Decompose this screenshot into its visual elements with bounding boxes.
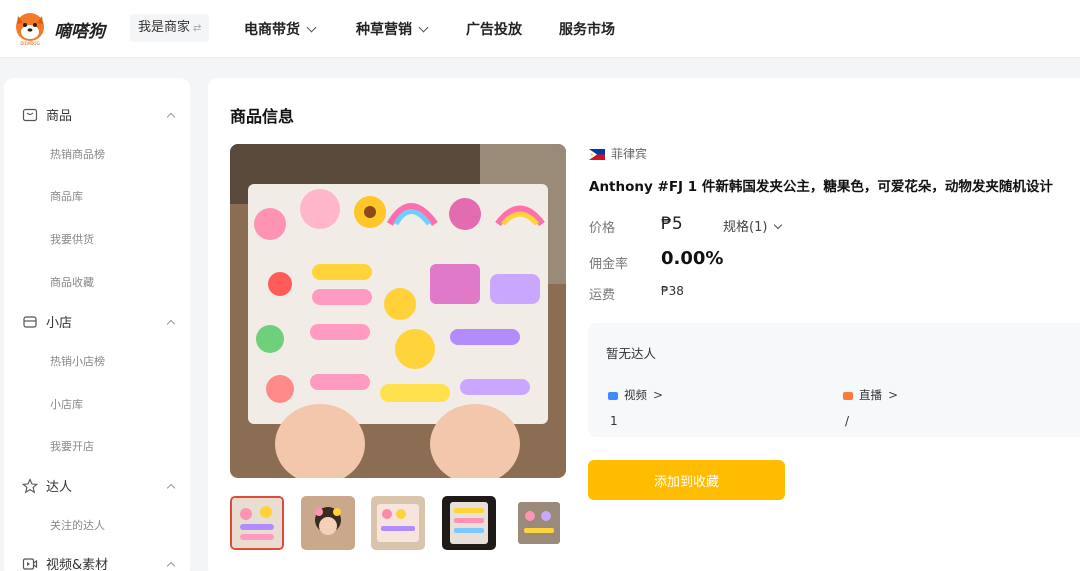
thumb-photo bbox=[371, 496, 425, 550]
nav-label: 种草营销 bbox=[356, 22, 412, 38]
thumbnail-2[interactable] bbox=[301, 496, 355, 550]
add-to-favorites-button[interactable]: 添加到收藏 bbox=[588, 460, 785, 500]
thumb-photo bbox=[301, 496, 355, 550]
chevron-up-icon[interactable] bbox=[166, 483, 176, 493]
section-label: 商品 bbox=[46, 109, 73, 124]
top-header: DIDADOG 嘀嗒狗 我是商家 ⇄ 电商带货 种草营销 广告投放 服务市场 bbox=[0, 0, 1080, 58]
creator-panel: 暂无达人 视频 > 1 直播 > / bbox=[588, 323, 1080, 437]
star-icon bbox=[22, 477, 38, 493]
thumbnail-1[interactable] bbox=[230, 496, 284, 550]
sidebar-item-followed-creators[interactable]: 关注的达人 bbox=[50, 517, 105, 533]
commission-label: 佣金率 bbox=[589, 257, 629, 272]
nav-services[interactable]: 服务市场 bbox=[559, 19, 615, 39]
sidebar-item-hot-products[interactable]: 热销商品榜 bbox=[50, 146, 105, 162]
section-label: 达人 bbox=[46, 480, 73, 495]
thumbnail-5[interactable] bbox=[512, 496, 566, 550]
thumb-photo bbox=[232, 498, 282, 548]
sidebar-section-shops[interactable]: 小店 bbox=[22, 312, 72, 331]
video-stat-link[interactable]: 视频 > bbox=[608, 387, 663, 403]
philippines-flag-icon bbox=[589, 149, 605, 160]
sidebar-item-shop-library[interactable]: 小店库 bbox=[50, 396, 83, 412]
country: 菲律宾 bbox=[589, 145, 647, 162]
nav-label: 电商带货 bbox=[244, 22, 300, 38]
spec-label: 规格(1) bbox=[723, 220, 768, 235]
price-value: ₱5 bbox=[661, 214, 683, 234]
nav-ecommerce[interactable]: 电商带货 bbox=[244, 19, 317, 39]
chevron-down-icon bbox=[418, 22, 429, 33]
no-creator-text: 暂无达人 bbox=[606, 346, 657, 361]
video-icon bbox=[608, 391, 618, 400]
store-icon bbox=[23, 315, 37, 328]
merchant-switch[interactable]: 我是商家 ⇄ bbox=[130, 14, 210, 42]
sidebar-section-products[interactable]: 商品 bbox=[22, 105, 72, 124]
chevron-up-icon[interactable] bbox=[166, 319, 176, 329]
section-label: 小店 bbox=[46, 316, 73, 331]
nav-ads[interactable]: 广告投放 bbox=[466, 19, 522, 39]
chevron-right-icon: > bbox=[888, 388, 899, 402]
thumbnail-4[interactable] bbox=[442, 496, 496, 550]
chevron-right-icon: > bbox=[653, 388, 664, 402]
sidebar-item-open-shop[interactable]: 我要开店 bbox=[50, 438, 94, 454]
commission-value: 0.00% bbox=[661, 248, 724, 269]
box-icon bbox=[22, 108, 38, 121]
live-icon bbox=[843, 391, 853, 400]
nav-seeding[interactable]: 种草营销 bbox=[356, 19, 429, 39]
sidebar-section-video[interactable]: 视频&素材 bbox=[22, 554, 108, 571]
brand-name[interactable]: 嘀嗒狗 bbox=[54, 17, 105, 42]
price-label: 价格 bbox=[589, 221, 616, 236]
svg-text:DIDADOG: DIDADOG bbox=[20, 41, 39, 46]
country-label: 菲律宾 bbox=[611, 147, 648, 161]
chevron-down-icon bbox=[774, 220, 783, 230]
thumb-photo bbox=[512, 496, 566, 550]
stat-label: 直播 bbox=[859, 388, 882, 402]
section-label: 视频&素材 bbox=[46, 558, 109, 571]
chevron-up-icon[interactable] bbox=[166, 561, 176, 571]
thumbnail-3[interactable] bbox=[371, 496, 425, 550]
chevron-up-icon[interactable] bbox=[166, 112, 176, 122]
product-main-image[interactable] bbox=[230, 144, 566, 478]
nav-label: 服务市场 bbox=[559, 22, 615, 38]
stat-label: 视频 bbox=[624, 388, 647, 402]
sidebar-item-supply[interactable]: 我要供货 bbox=[50, 231, 94, 247]
sidebar: 商品 热销商品榜 商品库 我要供货 商品收藏 小店 热销小店榜 小店库 我要开店… bbox=[4, 78, 190, 571]
merchant-label: 我是商家 bbox=[138, 20, 191, 35]
dog-logo-icon[interactable]: DIDADOG bbox=[12, 10, 48, 46]
product-name: Anthony #FJ 1 件新韩国发夹公主，糖果色，可爱花朵，动物发夹随机设计 bbox=[589, 179, 1053, 195]
sidebar-section-creators[interactable]: 达人 bbox=[22, 476, 72, 495]
section-title: 商品信息 bbox=[230, 107, 295, 126]
video-count: 1 bbox=[610, 414, 618, 428]
product-info-card: 商品信息 菲律宾 Anthony #FJ 1 件新韩国发夹公主，糖果色，可爱花朵… bbox=[208, 78, 1080, 571]
nav-label: 广告投放 bbox=[466, 22, 522, 38]
sidebar-item-product-library[interactable]: 商品库 bbox=[50, 188, 83, 204]
video-icon bbox=[22, 557, 38, 570]
shipping-label: 运费 bbox=[589, 288, 616, 303]
live-stat-link[interactable]: 直播 > bbox=[843, 387, 898, 403]
sidebar-item-hot-shops[interactable]: 热销小店榜 bbox=[50, 353, 105, 369]
shipping-value: ₱38 bbox=[661, 284, 684, 298]
sidebar-item-favorites[interactable]: 商品收藏 bbox=[50, 274, 94, 290]
thumb-photo bbox=[442, 496, 496, 550]
live-count: / bbox=[845, 414, 850, 428]
spec-dropdown[interactable]: 规格(1) bbox=[723, 216, 783, 235]
chevron-down-icon bbox=[306, 22, 317, 33]
switch-icon: ⇄ bbox=[193, 23, 202, 34]
hair-clips-photo bbox=[230, 144, 566, 478]
